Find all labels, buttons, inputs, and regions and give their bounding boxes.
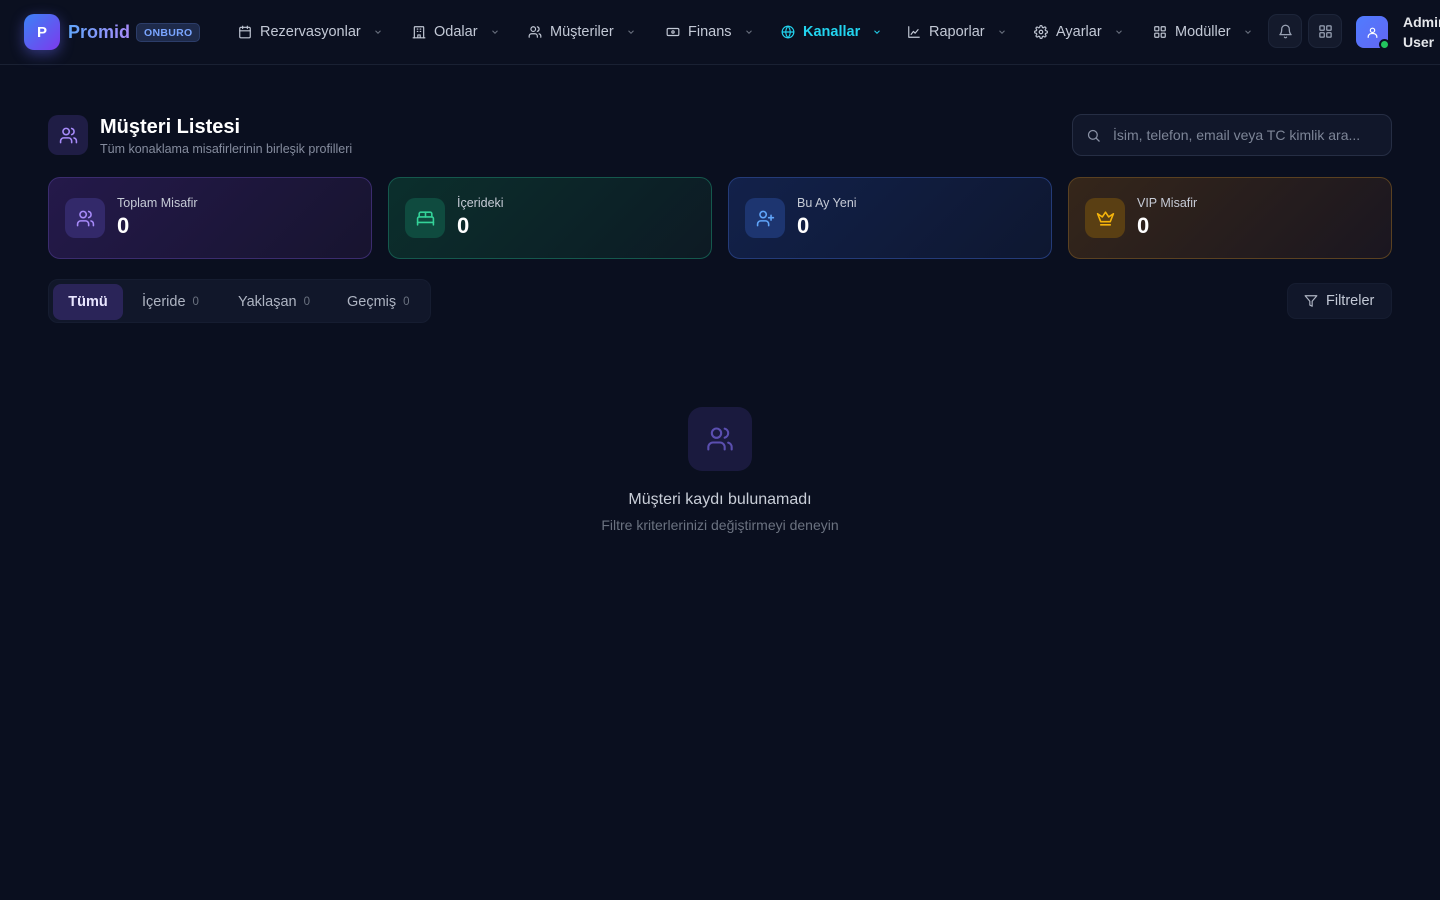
tab-count: 0 [303,296,310,308]
tab-label: Tümü [68,294,108,310]
nav-item-label: Müşteriler [550,24,614,40]
banknote-icon [666,25,680,39]
search-box[interactable] [1072,114,1392,156]
nav-item-kanallar[interactable]: Kanallar [781,20,882,44]
users-icon [688,407,752,471]
nav-item-label: Modüller [1175,24,1231,40]
nav-item-musteriler[interactable]: Müşteriler [528,20,636,44]
stat-value: 0 [1137,213,1150,238]
nav-item-ayarlar[interactable]: Ayarlar [1034,20,1124,44]
filters-label: Filtreler [1326,293,1375,309]
tab-label: Yaklaşan [238,294,297,310]
chevron-down-icon [872,27,882,37]
search-input[interactable] [1113,127,1381,143]
empty-state-subtitle: Filtre kriterlerinizi değiştirmeyi deney… [601,517,839,533]
tab-label: İçeride [142,294,186,310]
stat-card-in-house: İçerideki 0 [388,177,712,259]
chevron-down-icon [1114,27,1124,37]
filter-icon [1304,294,1318,308]
brand-name[interactable]: Promid [68,20,130,44]
page-subtitle: Tüm konaklama misafirlerinin birleşik pr… [100,142,353,156]
brand-badge: ONBURO [136,23,201,42]
page-title: Müşteri Listesi [100,116,241,138]
stat-card-total-guests: Toplam Misafir 0 [48,177,372,259]
user-icon [1366,26,1379,39]
nav-item-label: Odalar [434,24,478,40]
stat-label: VIP Misafir [1137,196,1198,210]
nav-item-raporlar[interactable]: Raporlar [907,20,1007,44]
notifications-button[interactable] [1268,14,1302,48]
apps-button[interactable] [1308,14,1342,48]
stat-label: Bu Ay Yeni [797,196,857,210]
tab-count: 0 [192,296,199,308]
nav-item-odalar[interactable]: Odalar [412,20,500,44]
search-icon [1086,128,1101,143]
grid-icon [1153,25,1167,39]
chevron-down-icon [626,27,636,37]
bed-icon [405,198,445,238]
nav-item-rezervasyonlar[interactable]: Rezervasyonlar [238,20,383,44]
tab-all[interactable]: Tümü [53,284,123,320]
tab-upcoming[interactable]: Yaklaşan 0 [238,284,310,320]
building-icon [412,25,426,39]
stat-card-vip-guests: VIP Misafir 0 [1068,177,1392,259]
nav-item-label: Kanallar [803,24,861,40]
chevron-down-icon [997,27,1007,37]
chevron-down-icon [490,27,500,37]
nav-item-label: Raporlar [929,24,985,40]
stat-value: 0 [457,213,470,238]
tab-in-house[interactable]: İçeride 0 [142,284,199,320]
gear-icon [1034,25,1048,39]
nav-item-finans[interactable]: Finans [666,20,754,44]
nav-item-label: Rezervasyonlar [260,24,361,40]
stat-value: 0 [117,213,130,238]
chevron-down-icon [1243,27,1253,37]
users-icon [65,198,105,238]
grid-icon [1318,24,1333,39]
online-status-dot [1379,39,1390,50]
guest-filter-tabs: Tümü İçeride 0 Yaklaşan 0 Geçmiş 0 [48,279,431,323]
globe-icon [781,25,795,39]
top-navbar: P Promid ONBURO Rezervasyonlar Odalar Mü… [0,0,1440,65]
users-icon [528,25,542,39]
crown-icon [1085,198,1125,238]
logo-mark[interactable]: P [24,14,60,50]
filters-button[interactable]: Filtreler [1287,283,1392,319]
calendar-icon [238,25,252,39]
stat-label: Toplam Misafir [117,196,198,210]
empty-state-title: Müşteri kaydı bulunamadı [628,491,812,508]
bell-icon [1278,24,1293,39]
tab-count: 0 [403,296,410,308]
user-plus-icon [745,198,785,238]
nav-item-label: Finans [688,24,732,40]
stat-card-new-this-month: Bu Ay Yeni 0 [728,177,1052,259]
tab-label: Geçmiş [347,294,397,310]
nav-item-label: Ayarlar [1056,24,1102,40]
stat-label: İçerideki [457,196,504,210]
stat-value: 0 [797,213,810,238]
nav-item-moduller[interactable]: Modüller [1153,20,1253,44]
users-icon [48,115,88,155]
chevron-down-icon [373,27,383,37]
user-name[interactable]: Admin User [1403,12,1440,52]
chart-icon [907,25,921,39]
chevron-down-icon [744,27,754,37]
tab-past[interactable]: Geçmiş 0 [347,284,410,320]
